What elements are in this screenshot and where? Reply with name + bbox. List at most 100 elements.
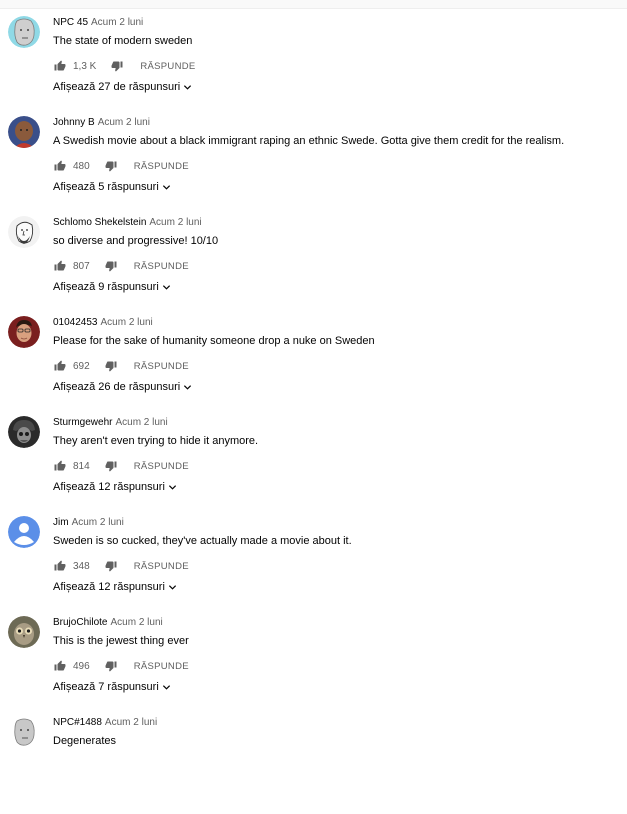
dislike-button[interactable]: [110, 59, 124, 73]
comment-item: Schlomo Shekelstein Acum 2 luni so divers…: [0, 214, 627, 314]
comment-text: Sweden is so cucked, they've actually ma…: [53, 535, 352, 547]
show-replies-button[interactable]: Afișează 9 răspunsuri: [53, 280, 171, 294]
thumbs-down-icon: [105, 361, 117, 372]
replies-label: Afișează 27 de răspunsuri: [53, 81, 181, 93]
owl-avatar-icon[interactable]: [8, 616, 40, 648]
comment-text: A Swedish movie about a black immigrant …: [53, 135, 565, 147]
comment-text: This is the jewest thing ever: [53, 635, 189, 647]
comment-time[interactable]: Acum 2 luni: [98, 117, 150, 128]
soldier-avatar-icon[interactable]: [8, 416, 40, 448]
thumbs-down-icon: [105, 561, 117, 572]
dislike-button[interactable]: [104, 659, 118, 673]
comment-time[interactable]: Acum 2 luni: [110, 617, 162, 628]
comment-author[interactable]: Jim: [53, 517, 69, 528]
chevron-down-icon: [162, 683, 171, 692]
like-button[interactable]: [53, 59, 67, 73]
comment-author[interactable]: Johnny B: [53, 117, 95, 128]
show-replies-button[interactable]: Afișează 12 răspunsuri: [53, 480, 177, 494]
like-button[interactable]: [53, 359, 67, 373]
comment-text: Degenerates: [53, 735, 116, 747]
show-replies-button[interactable]: Afișează 12 răspunsuri: [53, 580, 177, 594]
npc-avatar-icon[interactable]: [8, 716, 40, 748]
replies-label: Afișează 9 răspunsuri: [53, 281, 159, 293]
replies-label: Afișează 26 de răspunsuri: [53, 381, 181, 393]
comment-item: Jim Acum 2 luni Sweden is so cucked, they…: [0, 514, 627, 614]
reply-button[interactable]: RĂSPUNDE: [134, 461, 189, 472]
thumbs-up-icon: [54, 660, 66, 671]
comment-item: Johnny B Acum 2 luni A Swedish movie abou…: [0, 114, 627, 214]
dislike-button[interactable]: [104, 559, 118, 573]
comment-time[interactable]: Acum 2 luni: [105, 717, 157, 728]
default-person-avatar-icon[interactable]: [8, 516, 40, 548]
thumbs-down-icon: [105, 261, 117, 272]
chevron-down-icon: [168, 583, 177, 592]
like-count: 1,3 K: [73, 60, 97, 72]
like-button[interactable]: [53, 259, 67, 273]
comment-time[interactable]: Acum 2 luni: [91, 17, 143, 28]
dislike-button[interactable]: [104, 359, 118, 373]
show-replies-button[interactable]: Afișează 7 răspunsuri: [53, 680, 171, 694]
comment-actions: 496 RĂSPUNDE: [53, 658, 189, 674]
like-button[interactable]: [53, 659, 67, 673]
reply-button[interactable]: RĂSPUNDE: [134, 161, 189, 172]
thumbs-down-icon: [111, 61, 123, 72]
cartoon-face-avatar-icon[interactable]: [8, 216, 40, 248]
like-count: 692: [73, 360, 90, 372]
chevron-down-icon: [162, 183, 171, 192]
comment-time[interactable]: Acum 2 luni: [149, 217, 201, 228]
man-portrait-avatar-icon[interactable]: [8, 316, 40, 348]
comment-actions: 807 RĂSPUNDE: [53, 258, 189, 274]
comment-time[interactable]: Acum 2 luni: [101, 317, 153, 328]
replies-label: Afișează 5 răspunsuri: [53, 181, 159, 193]
show-replies-button[interactable]: Afișează 5 răspunsuri: [53, 180, 171, 194]
comment-actions: 480 RĂSPUNDE: [53, 158, 189, 174]
like-button[interactable]: [53, 459, 67, 473]
bald-man-avatar-icon[interactable]: [8, 116, 40, 148]
dislike-button[interactable]: [104, 159, 118, 173]
dislike-button[interactable]: [104, 259, 118, 273]
comment-author[interactable]: BrujoChilote: [53, 617, 107, 628]
comment-text: so diverse and progressive! 10/10: [53, 235, 219, 247]
comment-thread: NPC 45 Acum 2 luni The state of modern sw…: [0, 14, 627, 814]
comment-author[interactable]: NPC 45: [53, 17, 88, 28]
reply-button[interactable]: RĂSPUNDE: [134, 561, 189, 572]
reply-button[interactable]: RĂSPUNDE: [134, 661, 189, 672]
thumbs-up-icon: [54, 260, 66, 271]
like-count: 807: [73, 260, 90, 272]
comment-actions: 1,3 K RĂSPUNDE: [53, 58, 196, 74]
replies-label: Afișează 12 răspunsuri: [53, 481, 165, 493]
comment-item: Sturmgewehr Acum 2 luni They aren't even …: [0, 414, 627, 514]
comment-text: Please for the sake of humanity someone …: [53, 335, 375, 347]
comment-actions: 348 RĂSPUNDE: [53, 558, 189, 574]
thumbs-up-icon: [54, 60, 66, 71]
thumbs-down-icon: [105, 161, 117, 172]
like-button[interactable]: [53, 159, 67, 173]
like-count: 814: [73, 460, 90, 472]
thumbs-up-icon: [54, 460, 66, 471]
comment-author[interactable]: Sturmgewehr: [53, 417, 112, 428]
chevron-down-icon: [168, 483, 177, 492]
dislike-button[interactable]: [104, 459, 118, 473]
show-replies-button[interactable]: Afișează 26 de răspunsuri: [53, 380, 192, 394]
reply-button[interactable]: RĂSPUNDE: [134, 361, 189, 372]
reply-button[interactable]: RĂSPUNDE: [140, 61, 195, 72]
thumbs-up-icon: [54, 360, 66, 371]
comment-text: They aren't even trying to hide it anymo…: [53, 435, 259, 447]
like-count: 348: [73, 560, 90, 572]
reply-button[interactable]: RĂSPUNDE: [134, 261, 189, 272]
comment-actions: 692 RĂSPUNDE: [53, 358, 189, 374]
comment-item: NPC#1488 Acum 2 luni Degenerates: [0, 714, 627, 814]
thumbs-up-icon: [54, 160, 66, 171]
like-button[interactable]: [53, 559, 67, 573]
comment-time[interactable]: Acum 2 luni: [115, 417, 167, 428]
comment-author[interactable]: 01042453: [53, 317, 98, 328]
comment-author[interactable]: NPC#1488: [53, 717, 102, 728]
top-bar: [0, 0, 627, 9]
comment-text: The state of modern sweden: [53, 35, 193, 47]
thumbs-down-icon: [105, 461, 117, 472]
chevron-down-icon: [183, 83, 192, 92]
comment-author[interactable]: Schlomo Shekelstein: [53, 217, 146, 228]
show-replies-button[interactable]: Afișează 27 de răspunsuri: [53, 80, 192, 94]
comment-time[interactable]: Acum 2 luni: [72, 517, 124, 528]
npc-avatar-icon[interactable]: [8, 16, 40, 48]
